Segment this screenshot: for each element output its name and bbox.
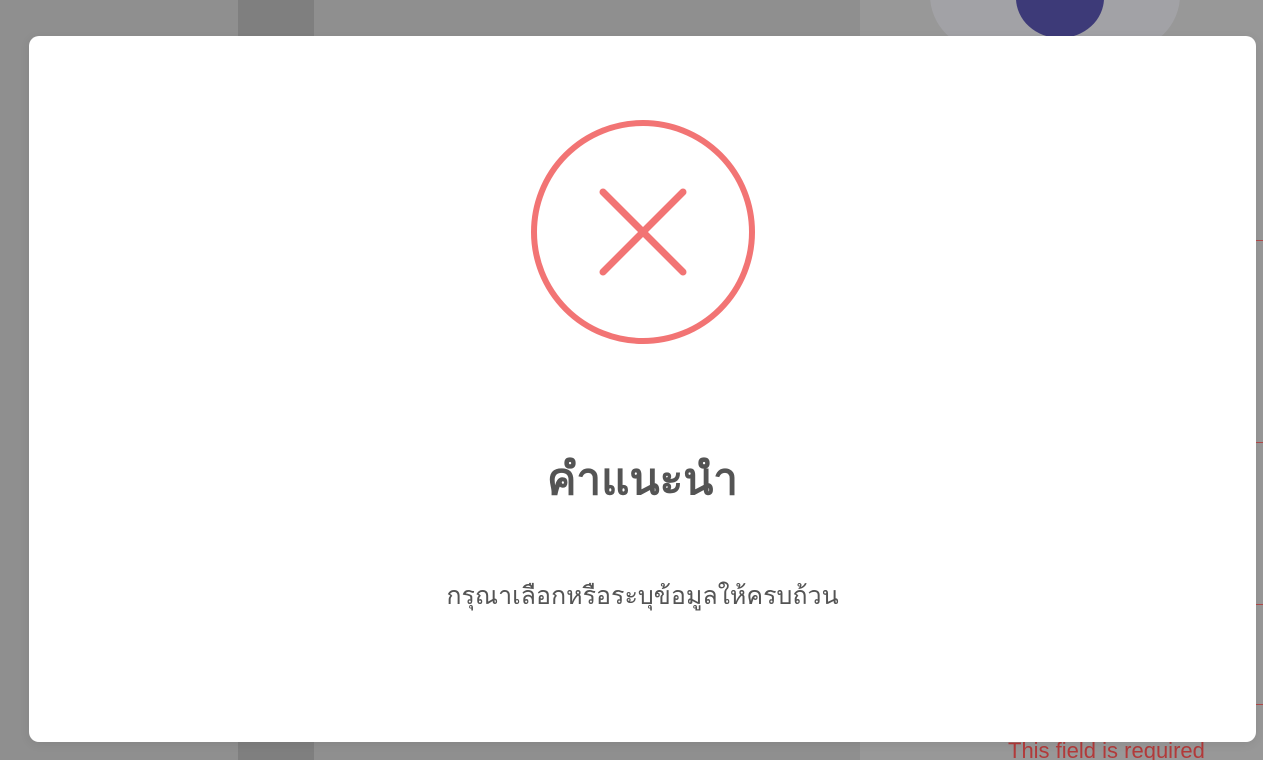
screen: This field is required คำแนะนำ กรุณาเลือ… — [0, 0, 1263, 760]
error-x-circle-icon — [530, 119, 756, 345]
alert-dialog: คำแนะนำ กรุณาเลือกหรือระบุข้อมูลให้ครบถ้… — [29, 36, 1256, 742]
dialog-message: กรุณาเลือกหรือระบุข้อมูลให้ครบถ้วน — [446, 581, 839, 610]
dialog-title: คำแนะนำ — [547, 454, 738, 505]
